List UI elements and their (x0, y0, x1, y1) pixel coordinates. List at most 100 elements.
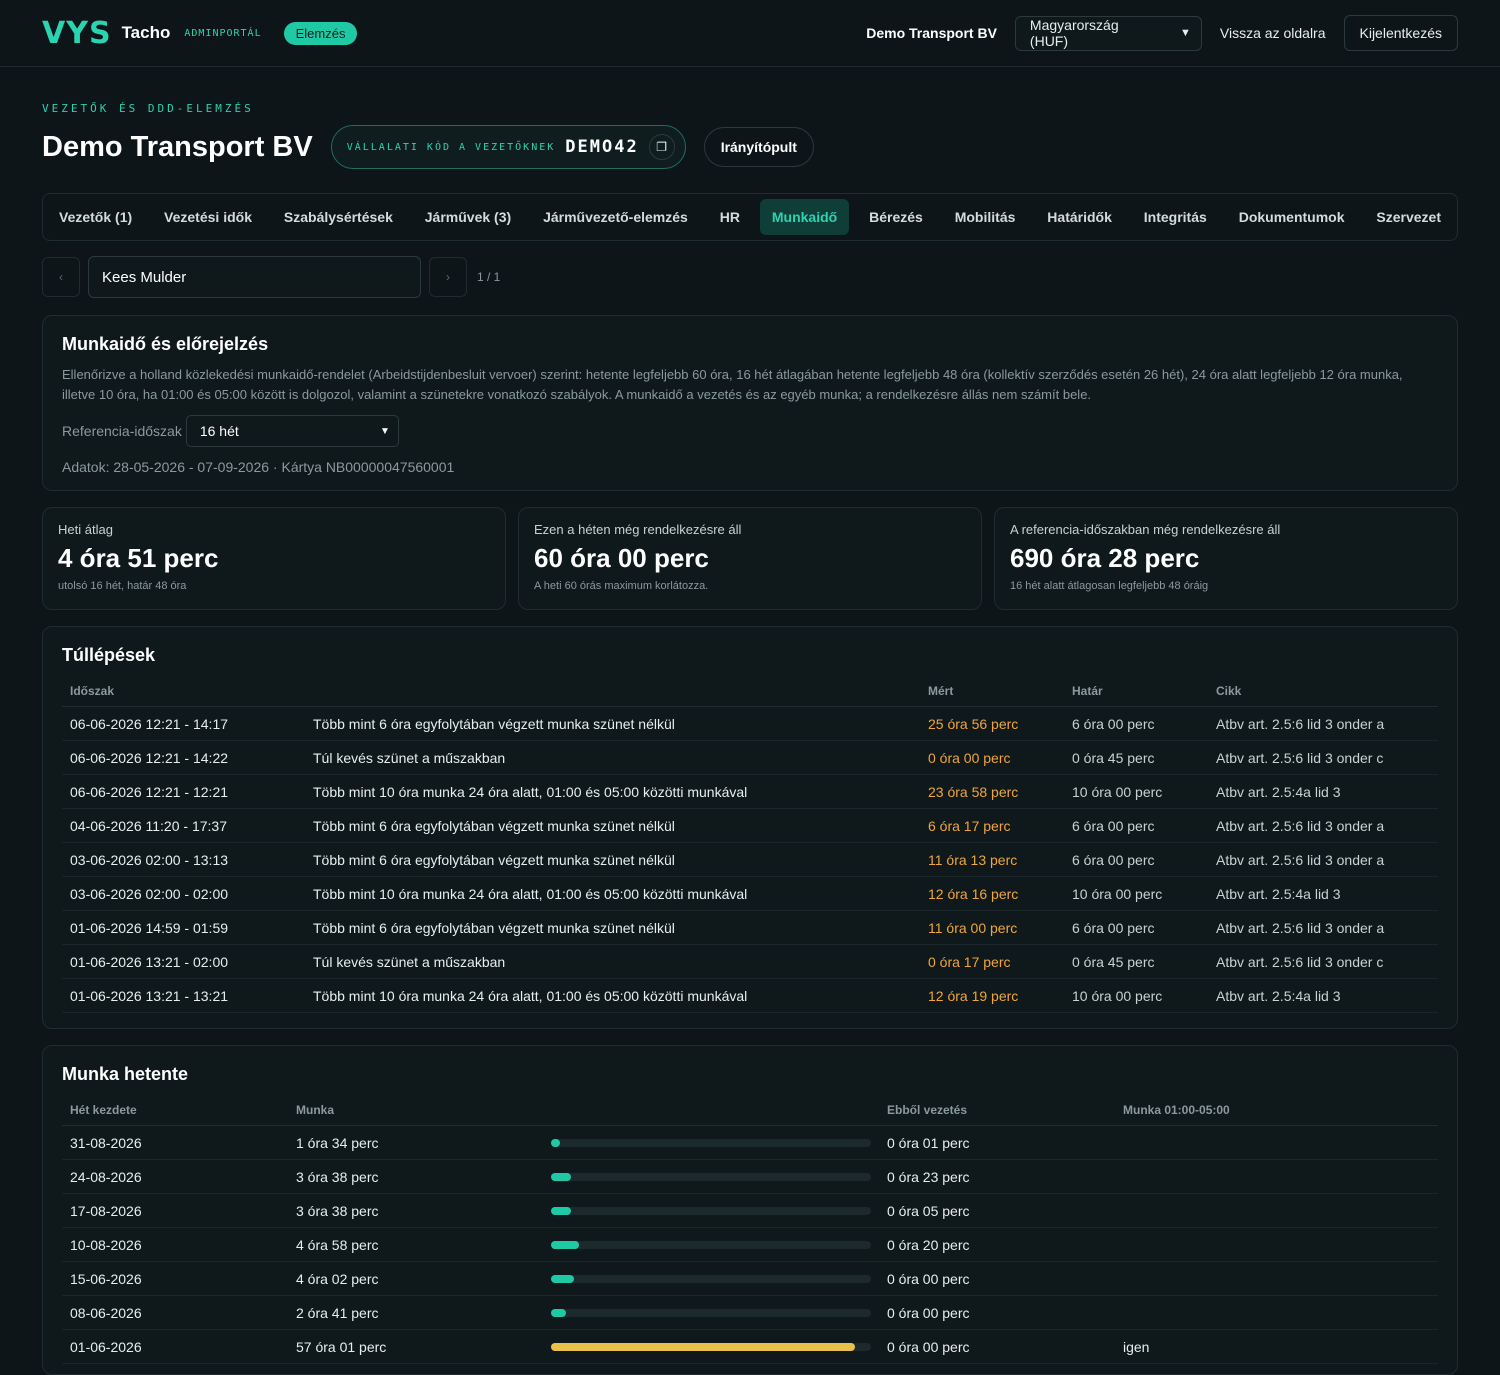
table-cell: 0 óra 17 perc (920, 944, 1064, 979)
table-row: 31-08-2026 1 óra 34 perc 0 óra 01 perc (62, 1125, 1438, 1160)
table-cell: 06-06-2026 12:21 - 14:22 (62, 740, 305, 775)
work-bar (551, 1138, 871, 1147)
night-work-cell (1115, 1227, 1438, 1262)
work-bar-fill (551, 1342, 855, 1351)
tab-item[interactable]: Határidők (1035, 199, 1124, 235)
table-cell: Túl kevés szünet a műszakban (305, 740, 920, 775)
tab-item[interactable]: Dokumentumok (1227, 199, 1357, 235)
table-cell: 04-06-2026 11:20 - 17:37 (62, 808, 305, 843)
work-bar (551, 1274, 871, 1283)
work-cell: 3 óra 38 perc (288, 1193, 543, 1228)
night-work-cell (1115, 1261, 1438, 1296)
column-header: Határ (1064, 684, 1208, 707)
company-code-label: VÁLLALATI KÓD A VEZETŐKNEK (346, 141, 556, 153)
driving-cell: 0 óra 23 perc (879, 1159, 1115, 1194)
work-bar-fill (551, 1274, 574, 1283)
week-start-cell: 24-08-2026 (62, 1159, 288, 1194)
table-cell: 6 óra 00 perc (1064, 706, 1208, 741)
table-cell: 11 óra 13 perc (920, 842, 1064, 877)
work-bar (551, 1172, 871, 1181)
table-cell: Atbv art. 2.5:6 lid 3 onder c (1208, 740, 1438, 775)
table-cell: 03-06-2026 02:00 - 13:13 (62, 842, 305, 877)
tab-item[interactable]: Szabálysértések (272, 199, 405, 235)
company-code-value: DEMO42 (565, 137, 639, 157)
violations-card: Túllépések Időszak Mért Határ Cikk 06-06-20… (42, 626, 1458, 1029)
tab-item[interactable]: Munkaidő (759, 199, 850, 235)
table-row: 03-06-2026 02:00 - 02:00 Több mint 10 óra… (62, 876, 1438, 911)
tab-item[interactable]: Vezetési idők (152, 199, 264, 235)
chevron-down-icon: ▼ (1180, 27, 1191, 39)
night-work-cell (1115, 1159, 1438, 1194)
chevron-left-icon[interactable]: ‹ (42, 257, 80, 297)
table-cell: 12 óra 19 perc (920, 978, 1064, 1013)
work-bar-fill (551, 1138, 560, 1147)
table-cell: 0 óra 00 perc (920, 740, 1064, 775)
work-bar (551, 1206, 871, 1215)
brand-title: Tacho (121, 23, 171, 42)
table-cell: 01-06-2026 13:21 - 02:00 (62, 944, 305, 979)
driving-cell: 0 óra 01 perc (879, 1125, 1115, 1160)
brand[interactable]: V YS Tacho ADMINPORTÁL Elemzés (42, 16, 358, 51)
driver-select[interactable]: Kees Mulder (88, 256, 421, 298)
weekly-title: Munka hetente (62, 1064, 189, 1084)
country-select[interactable]: Magyarország (HUF) ▼ (1014, 15, 1202, 51)
table-row: 01-06-2026 57 óra 01 perc 0 óra 00 perc ige… (62, 1329, 1438, 1364)
tab-item[interactable]: Szervezet (1364, 199, 1453, 235)
table-row: 06-06-2026 12:21 - 14:17 Több mint 6 óra … (62, 706, 1438, 741)
stat-card: A referencia-időszakban még rendelkezésr… (994, 507, 1458, 610)
tab-item[interactable]: Integritás (1132, 199, 1219, 235)
copy-icon[interactable]: ❐ (648, 134, 675, 160)
table-cell: 0 óra 45 perc (1064, 944, 1208, 979)
country-select-value: Magyarország (HUF) (1029, 17, 1119, 49)
stat-value: 4 óra 51 perc (58, 543, 219, 573)
table-cell: 06-06-2026 12:21 - 12:21 (62, 774, 305, 809)
work-bar-cell (543, 1193, 879, 1228)
table-cell: 12 óra 16 perc (920, 876, 1064, 911)
table-cell: Több mint 6 óra egyfolytában végzett mun… (305, 910, 920, 945)
chevron-right-icon[interactable]: › (429, 257, 467, 297)
tab-item[interactable]: Járművezető-elemzés (531, 199, 700, 235)
work-bar-cell (543, 1295, 879, 1330)
work-bar-cell (543, 1329, 879, 1364)
table-cell: 10 óra 00 perc (1064, 978, 1208, 1013)
tab-item[interactable]: Bérezés (857, 199, 935, 235)
week-start-cell: 15-06-2026 (62, 1261, 288, 1296)
table-row: 04-06-2026 11:20 - 17:37 Több mint 6 óra … (62, 808, 1438, 843)
work-bar-fill (551, 1206, 572, 1215)
back-link[interactable]: Vissza az oldalra (1220, 25, 1326, 41)
reference-period-select[interactable]: 16 hét ▼ (185, 415, 399, 447)
tab-item[interactable]: Vezetők (1) (47, 199, 144, 235)
night-work-cell (1115, 1295, 1438, 1330)
table-cell: Atbv art. 2.5:6 lid 3 onder a (1208, 706, 1438, 741)
table-cell: 6 óra 00 perc (1064, 808, 1208, 843)
tab-item[interactable]: HR (708, 199, 752, 235)
stat-label: A referencia-időszakban még rendelkezésr… (1010, 522, 1281, 537)
table-row: 08-06-2026 2 óra 41 perc 0 óra 00 perc (62, 1295, 1438, 1330)
tab-item[interactable]: Mobilitás (943, 199, 1028, 235)
work-bar-cell (543, 1261, 879, 1296)
week-start-cell: 31-08-2026 (62, 1125, 288, 1160)
stat-subtext: 16 hét alatt átlagosan legfeljebb 48 órá… (1010, 580, 1209, 592)
table-cell: Atbv art. 2.5:6 lid 3 onder c (1208, 944, 1438, 979)
column-header: Cikk (1208, 684, 1438, 707)
logout-button[interactable]: Kijelentkezés (1343, 15, 1458, 51)
work-bar-cell (543, 1125, 879, 1160)
column-header (543, 1103, 879, 1126)
forecast-card: Munkaidő és előrejelzés Ellenőrizve a ho… (42, 315, 1458, 491)
table-cell: 01-06-2026 13:21 - 13:21 (62, 978, 305, 1013)
work-bar-fill (551, 1308, 567, 1317)
table-cell: 6 óra 17 perc (920, 808, 1064, 843)
column-header: Munka (288, 1103, 543, 1126)
table-row: 10-08-2026 4 óra 58 perc 0 óra 20 perc (62, 1227, 1438, 1262)
table-cell: Több mint 6 óra egyfolytában végzett mun… (305, 808, 920, 843)
dashboard-button[interactable]: Irányítópult (703, 127, 814, 167)
table-cell: Atbv art. 2.5:6 lid 3 onder a (1208, 910, 1438, 945)
table-cell: Több mint 10 óra munka 24 óra alatt, 01:… (305, 774, 920, 809)
work-bar (551, 1342, 871, 1351)
table-cell: Atbv art. 2.5:4a lid 3 (1208, 978, 1438, 1013)
work-bar-fill (551, 1240, 579, 1249)
driving-cell: 0 óra 20 perc (879, 1227, 1115, 1262)
night-work-cell (1115, 1125, 1438, 1160)
work-bar-cell (543, 1159, 879, 1194)
tab-item[interactable]: Járművek (3) (413, 199, 523, 235)
